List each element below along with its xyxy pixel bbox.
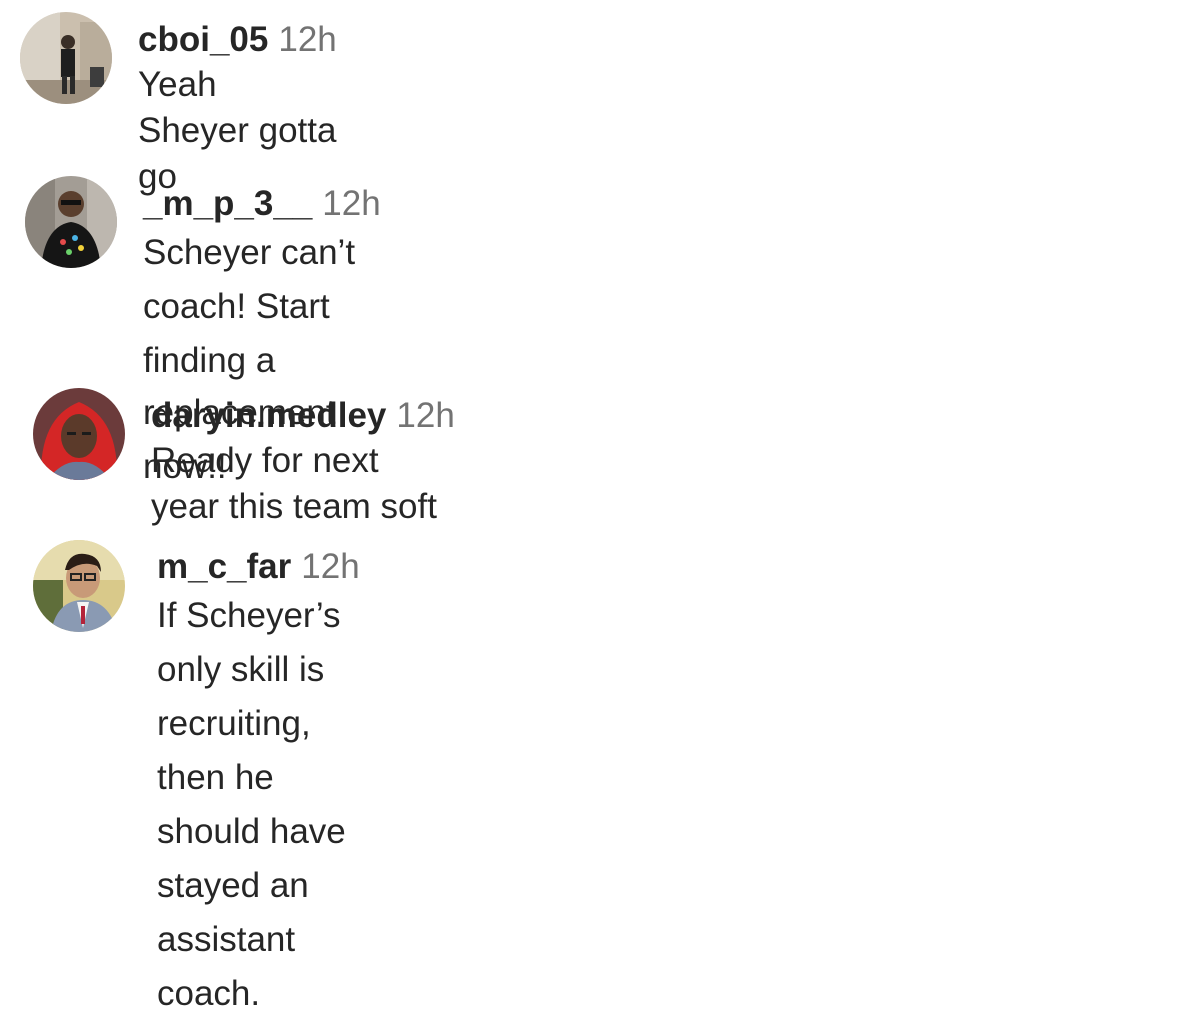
avatar[interactable]	[20, 12, 112, 104]
comment-text-line: then he should have stayed an	[157, 758, 346, 905]
username[interactable]: _m_p_3__	[143, 184, 312, 223]
username[interactable]: daryin.medley	[151, 396, 386, 435]
avatar[interactable]	[25, 176, 117, 268]
timestamp[interactable]: 12h	[322, 184, 380, 223]
username[interactable]: m_c_far	[157, 547, 291, 586]
avatar[interactable]	[33, 540, 125, 632]
comment-text-line: Scheyer can’t coach! Start finding a	[143, 233, 356, 380]
timestamp[interactable]: 12h	[301, 547, 359, 586]
username[interactable]: cboi_05	[138, 20, 268, 59]
comment-text-line: If Scheyer’s only skill is recruiting,	[157, 596, 341, 743]
avatar[interactable]	[33, 388, 125, 480]
comment-text: Ready for next year this team soft	[151, 441, 437, 526]
comment-text: Yeah Sheyer gotta go	[138, 65, 337, 196]
timestamp[interactable]: 12h	[278, 20, 336, 59]
comment-text-line: assistant coach.	[157, 920, 296, 1013]
timestamp[interactable]: 12h	[396, 396, 454, 435]
